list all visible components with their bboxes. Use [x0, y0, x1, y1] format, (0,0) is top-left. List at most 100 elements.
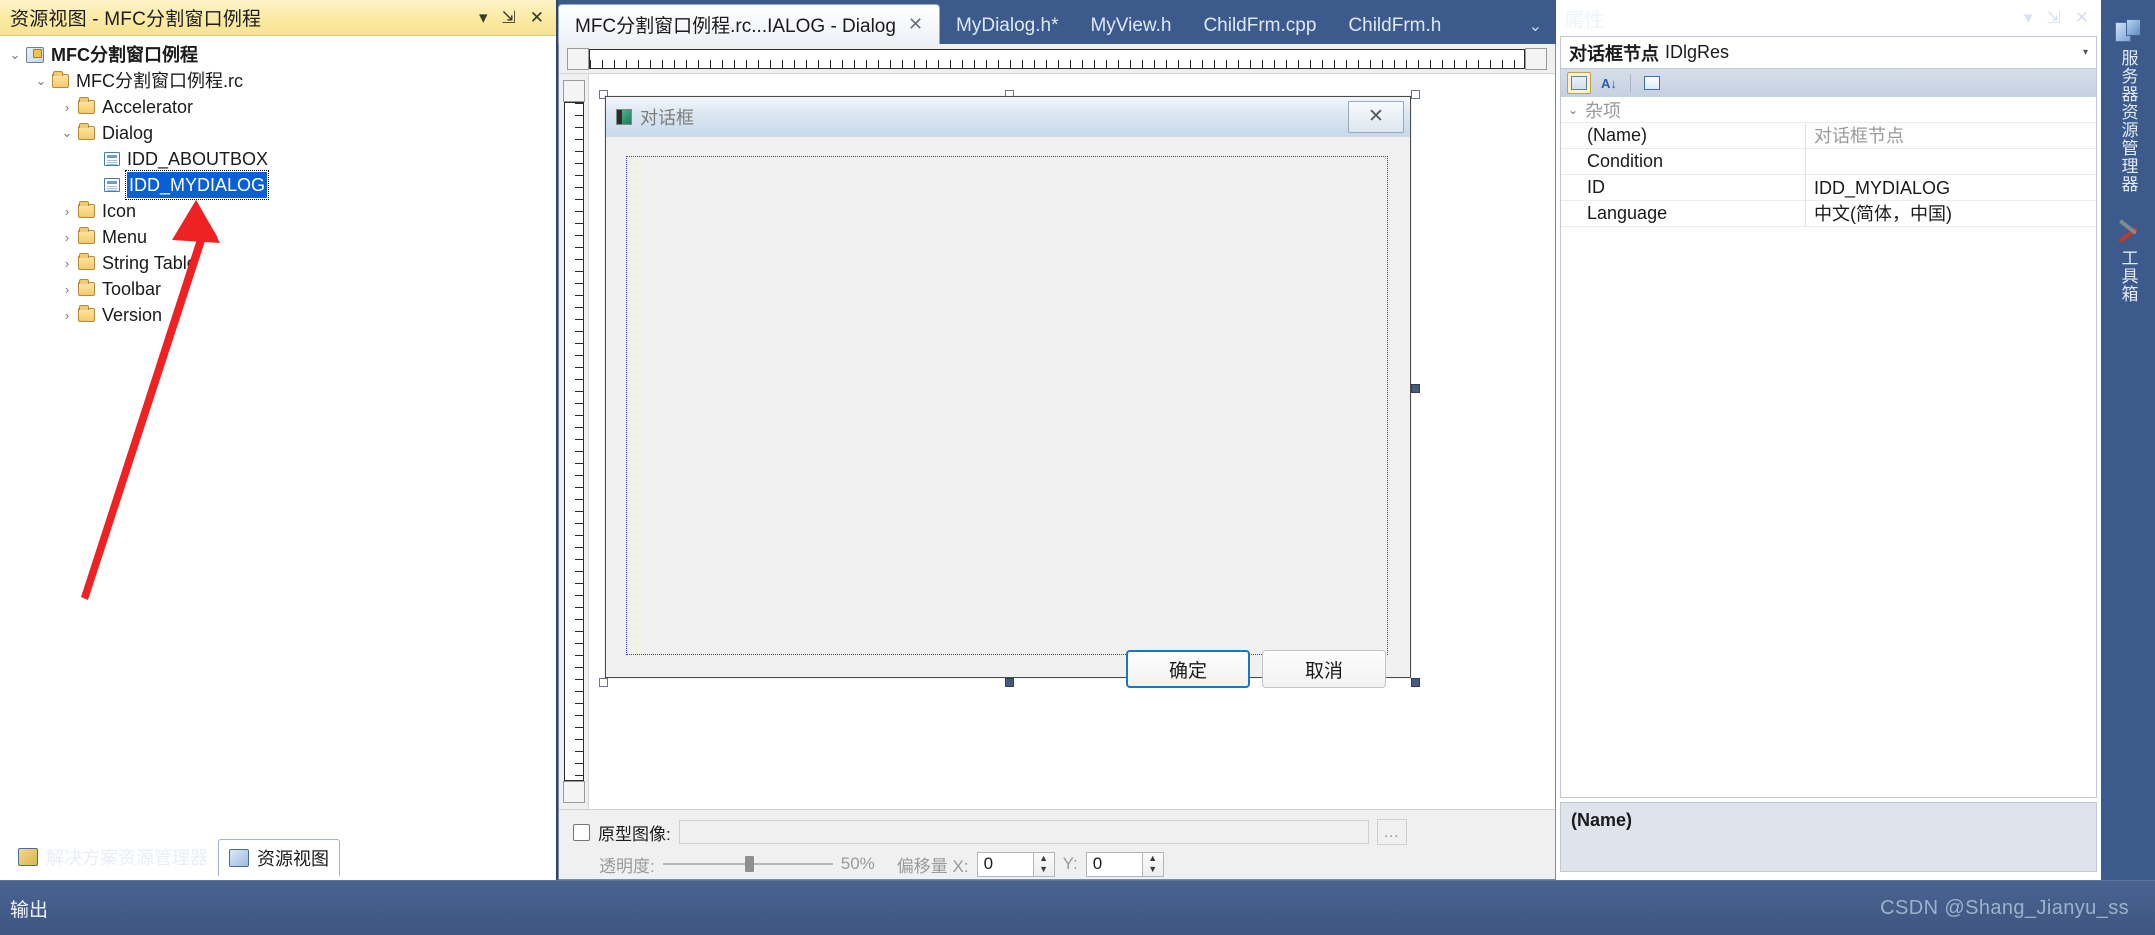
- chevron-down-icon[interactable]: ▾: [2083, 47, 2088, 58]
- property-pages-icon: [1644, 76, 1660, 90]
- ruler-corner-right: [1525, 47, 1547, 70]
- tree-item-accelerator[interactable]: › Accelerator: [0, 94, 556, 120]
- alphabetical-view-button[interactable]: A↓: [1597, 72, 1621, 94]
- vertical-tool-tab-1[interactable]: 服务器资源管理器: [2104, 10, 2152, 208]
- property-value[interactable]: [1829, 97, 2096, 123]
- prototype-image-checkbox[interactable]: [573, 823, 590, 841]
- offset-y-down-icon[interactable]: ▼: [1143, 864, 1163, 876]
- pin-icon[interactable]: ⇲: [2047, 8, 2061, 28]
- folder-icon-glyph: [52, 71, 69, 88]
- chevron-right-icon[interactable]: ›: [56, 308, 78, 323]
- properties-panel: 属性 ▾ ⇲ ✕ 对话框节点 IDlgRes ▾ A↓ ⌄ 杂项 (Name) 对话框: [1556, 0, 2101, 880]
- resource-view-header: 资源视图 - MFC分割窗口例程 ▾ ⇲ ✕: [0, 0, 556, 36]
- prototype-image-browse-button[interactable]: ...: [1376, 819, 1407, 845]
- dialog-cancel-button[interactable]: 取消: [1262, 650, 1386, 688]
- property-category-row[interactable]: ⌄ 杂项: [1561, 97, 2096, 123]
- property-value[interactable]: [1805, 148, 2096, 175]
- opacity-slider-thumb[interactable]: [744, 856, 754, 872]
- dialog-ok-button[interactable]: 确定: [1126, 650, 1250, 688]
- dropdown-icon[interactable]: ▾: [479, 9, 488, 26]
- close-icon[interactable]: ✕: [2075, 8, 2089, 28]
- properties-header: 属性 ▾ ⇲ ✕: [1556, 0, 2101, 36]
- properties-object-selector[interactable]: 对话框节点 IDlgRes ▾: [1560, 36, 2097, 69]
- resize-handle-ne[interactable]: [1411, 90, 1420, 99]
- property-row[interactable]: ID IDD_MYDIALOG: [1561, 174, 2096, 201]
- chevron-down-icon[interactable]: ⌄: [30, 73, 52, 89]
- opacity-slider[interactable]: [662, 854, 833, 874]
- pin-icon[interactable]: ⇲: [502, 9, 516, 26]
- tree-item-mfc-rc[interactable]: ⌄ MFC分割窗口例程.rc: [0, 68, 556, 94]
- property-value[interactable]: 对话框节点: [1805, 122, 2096, 149]
- chevron-right-icon[interactable]: ›: [56, 256, 78, 271]
- folder-icon: [78, 279, 95, 296]
- property-row[interactable]: Language 中文(简体，中国): [1561, 200, 2096, 227]
- property-row[interactable]: Condition: [1561, 148, 2096, 175]
- chevron-down-icon[interactable]: ⌄: [1561, 103, 1585, 117]
- dialog-close-button[interactable]: ✕: [1348, 100, 1404, 133]
- resource-view-panel: 资源视图 - MFC分割窗口例程 ▾ ⇲ ✕ ⌄ MFC分割窗口例程 ⌄ MFC分割窗…: [0, 0, 558, 880]
- tree-item-label: String Table: [102, 253, 197, 273]
- resize-handle-s[interactable]: [1005, 678, 1014, 687]
- tree-item-icon[interactable]: › Icon: [0, 198, 556, 224]
- property-value[interactable]: 中文(简体，中国): [1805, 200, 2096, 227]
- close-icon[interactable]: ✕: [530, 9, 544, 26]
- folder-icon-glyph: [78, 123, 95, 140]
- toolbox-icon: [2115, 221, 2141, 243]
- resize-handle-se[interactable]: [1411, 678, 1420, 687]
- tree-item-dialog[interactable]: ⌄ Dialog: [0, 120, 556, 146]
- property-value[interactable]: IDD_MYDIALOG: [1805, 174, 2096, 201]
- categorized-view-button[interactable]: [1567, 72, 1591, 94]
- ruler-ticks-horizontal: [589, 48, 1525, 69]
- offset-y-up-icon[interactable]: ▲: [1143, 853, 1163, 865]
- tree-item-toolbar[interactable]: › Toolbar: [0, 276, 556, 302]
- vertical-tool-tab-2[interactable]: 工具箱: [2104, 212, 2152, 318]
- tree-item-menu[interactable]: › Menu: [0, 224, 556, 250]
- offset-x-label: 偏移量 X:: [896, 856, 969, 876]
- offset-x-down-icon[interactable]: ▼: [1034, 864, 1054, 876]
- chevron-down-icon[interactable]: ⌄: [56, 125, 78, 141]
- offset-y-spin-buttons[interactable]: ▲ ▼: [1141, 851, 1164, 877]
- document-tab-3[interactable]: MyView.h: [1074, 7, 1187, 44]
- left-tool-tab-2[interactable]: 资源视图: [218, 838, 340, 876]
- folder-icon-glyph: [78, 97, 95, 114]
- tree-item-mfc-[interactable]: ⌄ MFC分割窗口例程: [0, 42, 556, 68]
- properties-grid[interactable]: ⌄ 杂项 (Name) 对话框节点 Condition ID IDD_MYDIALOG Lan…: [1560, 97, 2097, 798]
- resource-tree[interactable]: ⌄ MFC分割窗口例程 ⌄ MFC分割窗口例程.rc › Accelerator ⌄ Dial…: [0, 36, 556, 834]
- offset-x-up-icon[interactable]: ▲: [1034, 853, 1054, 865]
- resize-handle-sw[interactable]: [599, 678, 608, 687]
- resize-handle-e[interactable]: [1411, 384, 1420, 393]
- dialog-client-area[interactable]: 确定 取消: [606, 138, 1410, 688]
- offset-x-stepper[interactable]: 0 ▲ ▼: [976, 851, 1055, 877]
- folder-icon: [78, 253, 95, 270]
- chevron-right-icon[interactable]: ›: [56, 204, 78, 219]
- prototype-image-path-input[interactable]: [678, 820, 1369, 844]
- tree-item-idd_aboutbox[interactable]: · IDD_ABOUTBOX: [0, 146, 556, 172]
- offset-y-input[interactable]: 0: [1085, 851, 1142, 877]
- design-canvas[interactable]: 对话框 ✕ 确定 取消: [589, 74, 1555, 809]
- dialog-designer: 对话框 ✕ 确定 取消 原型图像: ... 透明度: 50% 偏移量 X: 0 …: [558, 44, 1556, 880]
- document-tab-1[interactable]: MFC分割窗口例程.rc...IALOG - Dialog ✕: [558, 4, 941, 44]
- document-tab-2[interactable]: MyDialog.h*: [940, 7, 1074, 44]
- prototype-image-toolbar: 原型图像: ... 透明度: 50% 偏移量 X: 0 ▲ ▼ Y: 0 ▲ ▼: [559, 809, 1555, 879]
- chevron-right-icon[interactable]: ›: [56, 100, 78, 115]
- property-pages-button[interactable]: [1640, 72, 1664, 94]
- chevron-right-icon[interactable]: ›: [56, 282, 78, 297]
- left-tool-tab-1[interactable]: 解决方案资源管理器: [8, 839, 218, 875]
- offset-x-spin-buttons[interactable]: ▲ ▼: [1032, 851, 1055, 877]
- property-row[interactable]: (Name) 对话框节点: [1561, 122, 2096, 149]
- tree-item-version[interactable]: › Version: [0, 302, 556, 328]
- resource-view-title: 资源视图 - MFC分割窗口例程: [10, 9, 262, 30]
- tree-item-string-table[interactable]: › String Table: [0, 250, 556, 276]
- document-tab-4[interactable]: ChildFrm.cpp: [1187, 7, 1332, 44]
- tab-overflow-icon[interactable]: ⌄: [1519, 16, 1556, 44]
- document-tab-5[interactable]: ChildFrm.h: [1332, 7, 1457, 44]
- chevron-down-icon[interactable]: ⌄: [4, 47, 26, 63]
- tree-item-idd_mydialog[interactable]: · IDD_MYDIALOG: [0, 170, 556, 200]
- dialog-preview[interactable]: 对话框 ✕ 确定 取消: [605, 96, 1411, 688]
- offset-y-stepper[interactable]: 0 ▲ ▼: [1085, 851, 1164, 877]
- offset-x-input[interactable]: 0: [976, 851, 1033, 877]
- dropdown-icon[interactable]: ▾: [2024, 8, 2033, 28]
- close-icon[interactable]: ✕: [908, 14, 923, 35]
- chevron-right-icon[interactable]: ›: [56, 230, 78, 245]
- vertical-tool-tab-label: 工具箱: [2118, 249, 2138, 303]
